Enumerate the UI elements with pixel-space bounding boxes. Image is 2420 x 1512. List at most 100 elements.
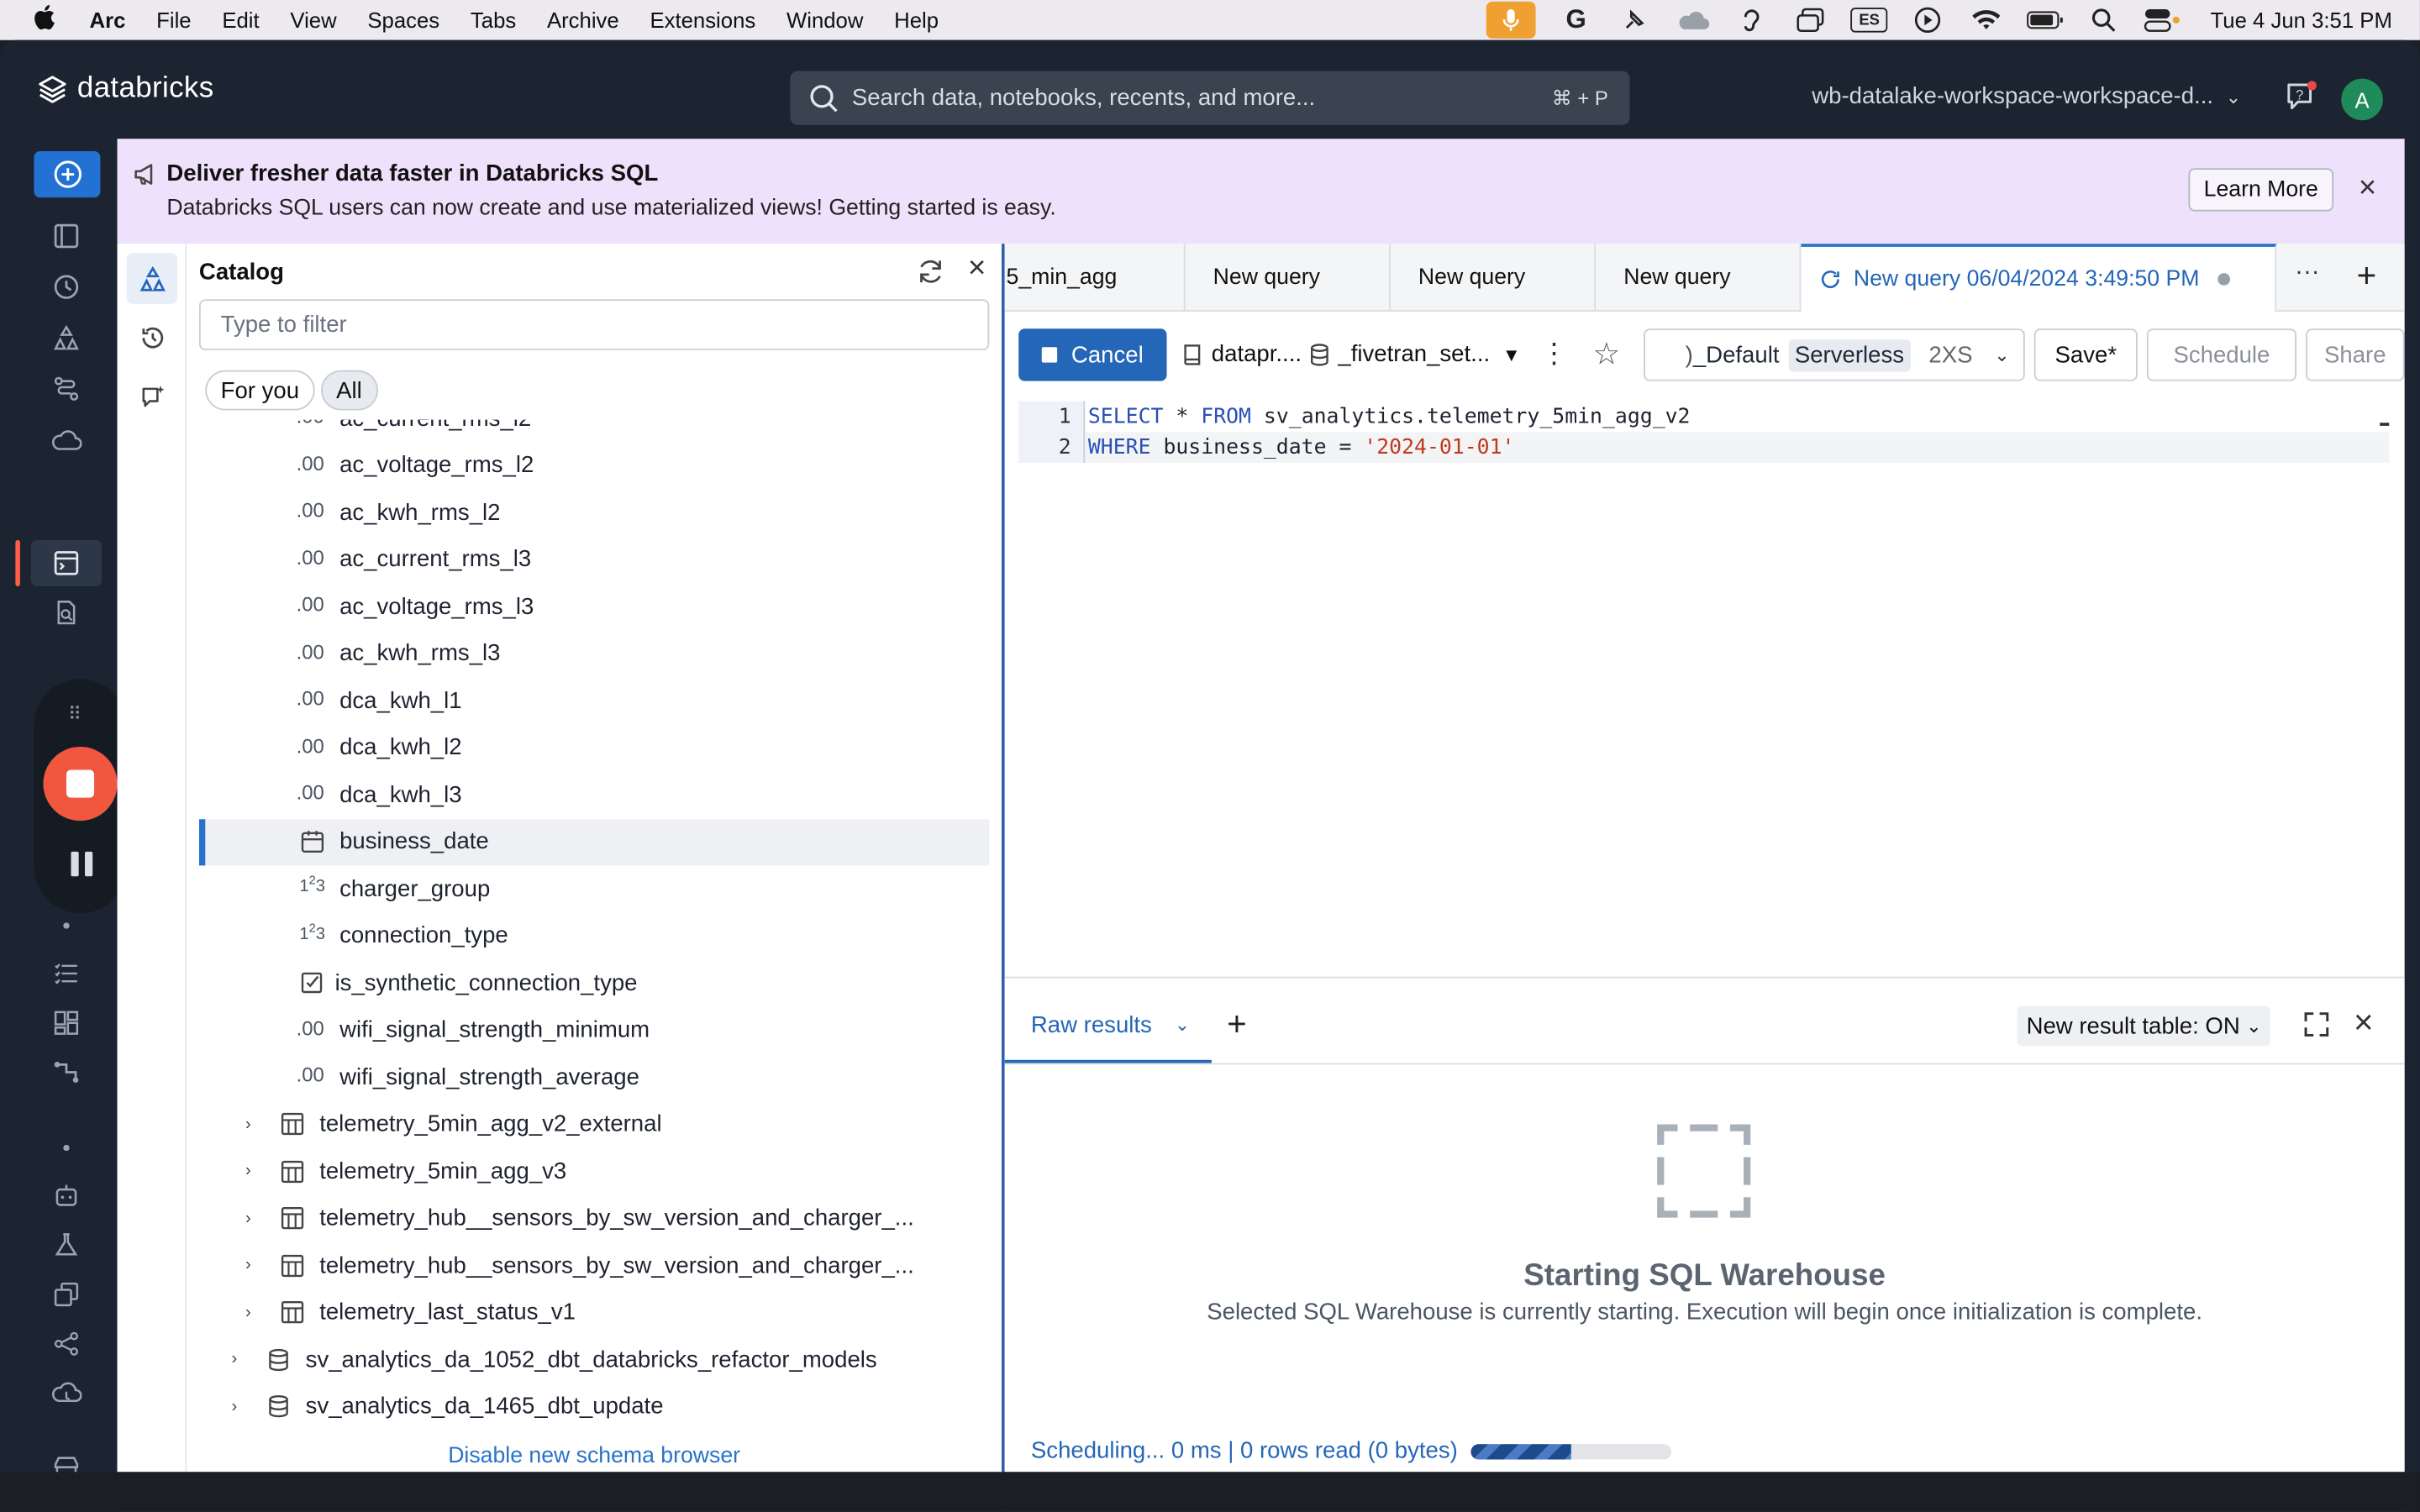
- catalog-filter-input[interactable]: Type to filter: [198, 299, 990, 350]
- history-tab-icon[interactable]: [127, 312, 178, 363]
- chevron-right-icon[interactable]: ›: [232, 1397, 250, 1415]
- chevron-right-icon[interactable]: ›: [245, 1303, 264, 1321]
- dashboards-nav-icon[interactable]: [50, 1006, 83, 1040]
- new-tab-plus-icon[interactable]: +: [2357, 256, 2377, 297]
- menu-archive[interactable]: Archive: [547, 8, 619, 32]
- query-tab[interactable]: New query: [1596, 244, 1802, 312]
- menu-view[interactable]: View: [290, 8, 336, 32]
- workspace-switcher[interactable]: wb-datalake-workspace-workspace-d... ⌄: [1812, 83, 2241, 109]
- chip-for-you[interactable]: For you: [205, 370, 315, 411]
- drag-handle-icon[interactable]: ⠿: [68, 704, 83, 726]
- share-button[interactable]: Share: [2306, 328, 2405, 381]
- code-editor[interactable]: 1 2 SELECT * FROM sv_analytics.telemetry…: [1018, 401, 2390, 975]
- chevron-right-icon[interactable]: ›: [245, 1115, 264, 1133]
- kebab-menu-icon[interactable]: ⋮: [1540, 338, 1568, 370]
- more-tabs-icon[interactable]: ···: [2295, 260, 2319, 287]
- models-nav-icon[interactable]: [50, 1327, 83, 1361]
- add-visualization-plus-icon[interactable]: +: [1227, 1005, 1247, 1045]
- query-tab-active[interactable]: New query 06/04/2024 3:49:50 PM: [1801, 244, 2277, 312]
- menu-help[interactable]: Help: [894, 8, 939, 32]
- experiments-nav-icon[interactable]: [50, 1228, 83, 1262]
- window-switcher-icon[interactable]: [1792, 6, 1829, 34]
- chevron-right-icon[interactable]: ›: [245, 1162, 264, 1180]
- column-row[interactable]: .00 dca_kwh_l2: [199, 724, 989, 770]
- table-row[interactable]: › telemetry_last_status_v1: [199, 1289, 989, 1336]
- schema-row[interactable]: › sv_analytics_da_1052_dbt_databricks_ref…: [199, 1336, 989, 1383]
- play-icon[interactable]: [1909, 6, 1946, 34]
- chip-all[interactable]: All: [320, 370, 378, 411]
- column-row[interactable]: .00 ac_current_rms_l2: [199, 420, 989, 442]
- workflows-nav-icon[interactable]: [50, 372, 83, 406]
- column-row[interactable]: is_synthetic_connection_type: [199, 959, 989, 1005]
- compute-nav-icon[interactable]: [50, 423, 83, 456]
- close-results-icon[interactable]: ×: [2354, 1003, 2374, 1043]
- favorite-star-icon[interactable]: ☆: [1592, 335, 1620, 374]
- pipelines-nav-icon[interactable]: [50, 1055, 83, 1089]
- column-row[interactable]: .00 wifi_signal_strength_minimum: [199, 1006, 989, 1053]
- input-source-indicator[interactable]: ES: [1850, 8, 1888, 33]
- databricks-logo[interactable]: databricks: [37, 72, 214, 106]
- playground-nav-icon[interactable]: [50, 1179, 83, 1212]
- expand-icon[interactable]: [2302, 1009, 2333, 1040]
- menu-edit[interactable]: Edit: [222, 8, 259, 32]
- schema-selector[interactable]: _fivetran_set... ▼: [1307, 341, 1521, 367]
- chevron-right-icon[interactable]: ›: [232, 1350, 250, 1368]
- column-row[interactable]: 123 connection_type: [199, 912, 989, 958]
- menu-tabs[interactable]: Tabs: [471, 8, 516, 32]
- pause-recording-button[interactable]: [71, 851, 93, 877]
- ear-icon[interactable]: [1733, 6, 1770, 34]
- chevron-right-icon[interactable]: ›: [245, 1209, 264, 1227]
- column-row[interactable]: 123 charger_group: [199, 865, 989, 911]
- query-tab[interactable]: 5_min_agg: [1005, 244, 1186, 312]
- alerts-nav-icon[interactable]: [50, 957, 83, 990]
- menu-bar-clock[interactable]: Tue 4 Jun 3:51 PM: [2211, 8, 2392, 32]
- learn-more-button[interactable]: Learn More: [2188, 168, 2334, 212]
- serving-nav-icon[interactable]: [50, 1376, 83, 1410]
- schedule-button[interactable]: Schedule: [2146, 328, 2297, 381]
- chevron-down-icon[interactable]: ⌄: [1175, 1014, 1190, 1036]
- sql-editor-nav-icon[interactable]: [50, 546, 83, 580]
- catalog-nav-icon[interactable]: [50, 321, 83, 354]
- column-row[interactable]: .00 ac_kwh_rms_l3: [199, 630, 989, 676]
- query-tab[interactable]: New query: [1186, 244, 1391, 312]
- recents-nav-icon[interactable]: [50, 270, 83, 303]
- table-row[interactable]: › telemetry_hub__sensors_by_sw_version_an…: [199, 1242, 989, 1289]
- apple-menu-icon[interactable]: [34, 3, 65, 38]
- menu-extensions[interactable]: Extensions: [650, 8, 755, 32]
- control-center-icon[interactable]: [2144, 6, 2181, 34]
- schema-row[interactable]: ›sv_analytics_da_1465_update_dbt: [199, 1431, 989, 1438]
- menu-file[interactable]: File: [156, 8, 191, 32]
- menu-spaces[interactable]: Spaces: [367, 8, 439, 32]
- cancel-button[interactable]: Cancel: [1018, 328, 1167, 381]
- close-banner-icon[interactable]: ×: [2352, 171, 2383, 204]
- assistant-tab-icon[interactable]: [127, 370, 178, 422]
- pin-tool-icon[interactable]: [1616, 6, 1653, 34]
- wifi-icon[interactable]: [1968, 6, 2005, 34]
- user-avatar[interactable]: A: [2341, 78, 2383, 121]
- global-search-input[interactable]: Search data, notebooks, recents, and mor…: [790, 71, 1630, 125]
- new-result-table-toggle[interactable]: New result table: ON ⌄: [2017, 1005, 2271, 1047]
- save-button[interactable]: Save*: [2033, 328, 2138, 381]
- help-feedback-icon[interactable]: ?: [2284, 81, 2317, 114]
- schema-row[interactable]: › sv_analytics_da_1465_dbt_update: [199, 1383, 989, 1430]
- raw-results-tab[interactable]: Raw results: [1031, 1012, 1152, 1038]
- close-catalog-icon[interactable]: ×: [961, 250, 992, 284]
- column-row[interactable]: .00 dca_kwh_l3: [199, 771, 989, 817]
- catalog-selector[interactable]: datapr....: [1181, 341, 1302, 367]
- features-nav-icon[interactable]: [50, 1278, 83, 1311]
- new-button[interactable]: [34, 150, 101, 198]
- cloud-icon[interactable]: [1675, 6, 1712, 34]
- column-row[interactable]: .00 ac_kwh_rms_l2: [199, 489, 989, 535]
- queries-nav-icon[interactable]: [50, 596, 83, 629]
- grammarly-icon[interactable]: G: [1558, 5, 1595, 34]
- table-row[interactable]: › telemetry_5min_agg_v2_external: [199, 1100, 989, 1147]
- query-tab[interactable]: New query: [1391, 244, 1597, 312]
- column-row[interactable]: .00 dca_kwh_l1: [199, 677, 989, 723]
- menu-window[interactable]: Window: [786, 8, 863, 32]
- chevron-right-icon[interactable]: ›: [245, 1256, 264, 1274]
- spotlight-search-icon[interactable]: [2086, 6, 2123, 34]
- catalog-tab-icon[interactable]: [126, 253, 178, 304]
- column-row[interactable]: .00 wifi_signal_strength_average: [199, 1053, 989, 1100]
- microphone-icon[interactable]: [1486, 1, 1536, 39]
- column-row[interactable]: business_date: [198, 818, 990, 865]
